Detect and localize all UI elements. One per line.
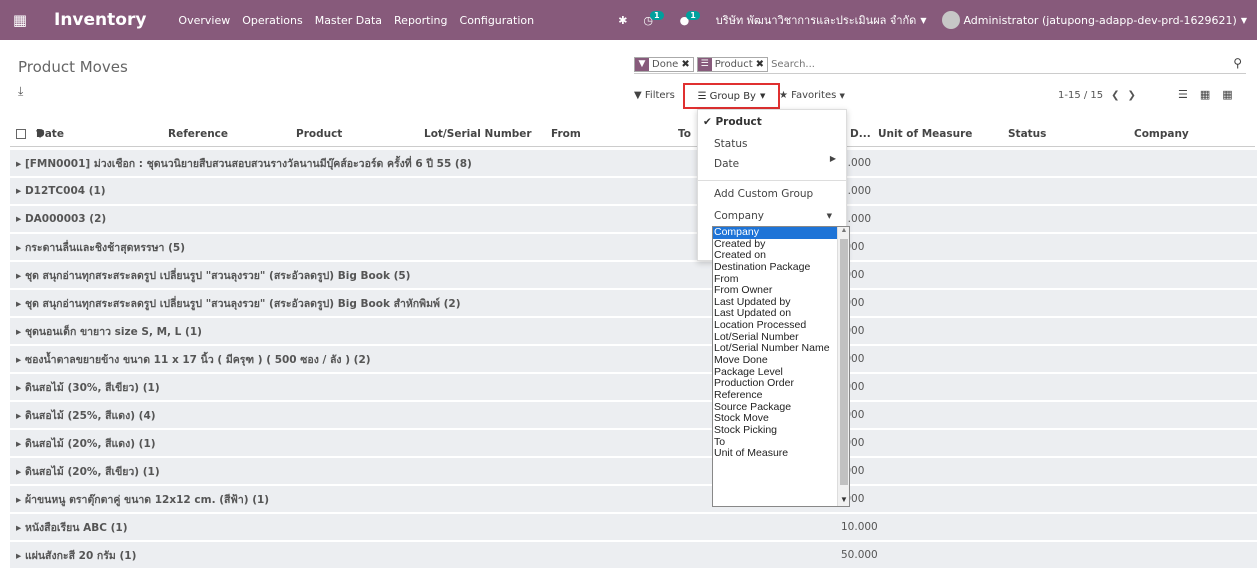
column-company[interactable]: Company bbox=[1134, 128, 1189, 140]
activity-menu[interactable]: ◷ 1 bbox=[635, 10, 671, 27]
main-menu: Overview Operations Master Data Reportin… bbox=[172, 14, 540, 27]
column-to[interactable]: To bbox=[678, 128, 691, 140]
download-icon[interactable]: ⤓ bbox=[18, 84, 23, 99]
option-company[interactable]: Company bbox=[713, 227, 849, 239]
pivot-view-icon[interactable]: ▦ bbox=[1222, 88, 1232, 101]
table-row[interactable]: ▸ [FMN0001] ม่วงเชือก : ชุดนวนิยายสืบสวน… bbox=[10, 150, 1257, 177]
column-quantity-done[interactable]: D... bbox=[850, 128, 871, 140]
option-destination-package[interactable]: Destination Package bbox=[713, 261, 849, 274]
option-stock-picking[interactable]: Stock Picking bbox=[713, 424, 849, 437]
table-header: Date ▼ Reference Product Lot/Serial Numb… bbox=[10, 121, 1255, 147]
bars-icon: ☰ bbox=[697, 90, 707, 102]
top-navbar: ▦ Inventory Overview Operations Master D… bbox=[0, 0, 1257, 40]
listbox-scrollbar[interactable]: ▲ ▼ bbox=[837, 227, 849, 506]
option-reference[interactable]: Reference bbox=[713, 389, 849, 402]
table-row[interactable]: ▸ ชุด สนุกอ่านทุกสระสระลดรูป เปลี่ยนรูป … bbox=[10, 262, 1257, 289]
remove-facet-icon[interactable]: ✖ bbox=[681, 59, 692, 70]
table-row[interactable]: ▸ ดินสอไม้ (30%, สีเขียว) (1) .000 bbox=[10, 374, 1257, 401]
column-unit-of-measure[interactable]: Unit of Measure bbox=[878, 128, 972, 140]
table-row[interactable]: ▸ DA000003 (2) 1.000 bbox=[10, 206, 1257, 233]
table-row[interactable]: ▸ หนังสือเรียน ABC (1) 10.000 bbox=[10, 514, 1257, 541]
menu-divider bbox=[698, 180, 846, 181]
table-row[interactable]: ▸ D12TC004 (1) 0.000 bbox=[10, 178, 1257, 205]
column-reference[interactable]: Reference bbox=[168, 128, 228, 140]
table-row[interactable]: ▸ ชุด สนุกอ่านทุกสระสระลดรูป เปลี่ยนรูป … bbox=[10, 290, 1257, 317]
table-row[interactable]: ▸ ชุดนอนเด็ก ขายาว size S, M, L (1) .000 bbox=[10, 318, 1257, 345]
menu-operations[interactable]: Operations bbox=[236, 14, 308, 27]
avatar bbox=[942, 11, 961, 29]
caret-down-icon: ▼ bbox=[839, 92, 845, 100]
messaging-menu[interactable]: ● 1 bbox=[672, 10, 708, 27]
app-name[interactable]: Inventory bbox=[54, 10, 146, 30]
scroll-down-icon[interactable]: ▼ bbox=[838, 495, 849, 506]
company-switcher[interactable]: บริษัท พัฒนาวิชาการและประเมินผล จำกัด ▼ bbox=[708, 11, 935, 29]
table-row[interactable]: ▸ ผ้าขนหนู ตราตุ๊กตาคู่ ขนาด 12x12 cm. (… bbox=[10, 486, 1257, 513]
option-move-done[interactable]: Move Done bbox=[713, 354, 849, 367]
column-from[interactable]: From bbox=[551, 128, 581, 140]
bug-icon[interactable]: ✱ bbox=[610, 14, 635, 27]
column-product[interactable]: Product bbox=[296, 128, 342, 140]
table-row[interactable]: ▸ กระดานลื่นและชิงช้าสุดหรรษา (5) .000 bbox=[10, 234, 1257, 261]
favorites-button[interactable]: ★ Favorites ▼ bbox=[779, 90, 845, 101]
search-facet-done[interactable]: ▼ Done ✖ bbox=[634, 56, 694, 72]
filter-icon: ▼ bbox=[635, 57, 649, 71]
caret-down-icon: ▼ bbox=[1240, 15, 1247, 25]
filters-button[interactable]: ▼ Filters bbox=[634, 90, 675, 101]
caret-down-icon: ▼ bbox=[759, 92, 766, 100]
user-menu[interactable]: Administrator (jatupong-adapp-dev-prd-16… bbox=[934, 11, 1257, 29]
messaging-badge: 1 bbox=[686, 10, 700, 20]
column-date[interactable]: Date ▼ bbox=[36, 128, 64, 140]
table-row[interactable]: ▸ ดินสอไม้ (25%, สีแดง) (4) .000 bbox=[10, 402, 1257, 429]
search-icon[interactable]: ⚲ bbox=[1233, 56, 1242, 70]
option-unit-of-measure[interactable]: Unit of Measure bbox=[713, 448, 849, 460]
caret-right-icon: ▶ bbox=[829, 154, 836, 163]
chevron-left-icon[interactable]: ❮ bbox=[1111, 90, 1119, 101]
custom-group-options[interactable]: Company Created by Created on Destinatio… bbox=[712, 226, 850, 507]
caret-down-icon: ▼ bbox=[920, 15, 927, 25]
search-bar: ▼ Done ✖ ☰ Product ✖ ⚲ bbox=[634, 55, 1246, 74]
apps-menu-icon[interactable]: ▦ bbox=[0, 0, 40, 40]
select-all-checkbox[interactable] bbox=[16, 129, 26, 139]
group-by-button[interactable]: ☰ Group By ▼ bbox=[683, 83, 780, 109]
search-input[interactable] bbox=[771, 58, 1092, 70]
table-row[interactable]: ▸ ดินสอไม้ (20%, สีเขียว) (1) .000 bbox=[10, 458, 1257, 485]
table-row[interactable]: ▸ แผ่นสังกะสี 20 กรัม (1) 50.000 bbox=[10, 542, 1257, 569]
menu-configuration[interactable]: Configuration bbox=[454, 14, 541, 27]
list-view-icon[interactable]: ☰ bbox=[1178, 88, 1188, 101]
column-lot-serial[interactable]: Lot/Serial Number bbox=[424, 128, 532, 140]
table-row[interactable]: ▸ ซองน้ำตาลขยายข้าง ขนาด 11 x 17 นิ้ว ( … bbox=[10, 346, 1257, 373]
add-custom-group-toggle[interactable]: Add Custom Group bbox=[714, 188, 813, 200]
filter-icon: ▼ bbox=[634, 90, 642, 101]
scroll-up-icon[interactable]: ▲ bbox=[838, 227, 849, 238]
kanban-view-icon[interactable]: ▦ bbox=[1200, 88, 1210, 101]
search-facet-product[interactable]: ☰ Product ✖ bbox=[696, 56, 769, 72]
group-icon: ☰ bbox=[697, 57, 712, 71]
user-name: Administrator (jatupong-adapp-dev-prd-16… bbox=[963, 13, 1237, 27]
view-switcher: ☰ ▦ ▦ bbox=[1178, 88, 1233, 101]
company-name: บริษัท พัฒนาวิชาการและประเมินผล จำกัด bbox=[715, 14, 917, 27]
remove-facet-icon[interactable]: ✖ bbox=[756, 59, 767, 70]
chevron-right-icon[interactable]: ❯ bbox=[1128, 90, 1136, 101]
pager: 1-15 / 15 ❮ ❯ bbox=[1058, 90, 1136, 101]
scrollbar-thumb[interactable] bbox=[840, 239, 848, 485]
groupby-option-date[interactable]: Date bbox=[714, 158, 739, 170]
column-status[interactable]: Status bbox=[1008, 128, 1046, 140]
pager-value[interactable]: 1-15 / 15 bbox=[1058, 90, 1103, 101]
menu-overview[interactable]: Overview bbox=[172, 14, 236, 27]
star-icon: ★ bbox=[779, 90, 788, 101]
caret-down-icon: ▼ bbox=[826, 212, 832, 220]
menu-reporting[interactable]: Reporting bbox=[388, 14, 453, 27]
table-row[interactable]: ▸ ดินสอไม้ (20%, สีแดง) (1) .000 bbox=[10, 430, 1257, 457]
groupby-option-status[interactable]: Status bbox=[714, 138, 747, 150]
menu-master-data[interactable]: Master Data bbox=[309, 14, 388, 27]
activity-badge: 1 bbox=[650, 10, 664, 20]
groupby-option-product[interactable]: ✔ Product bbox=[703, 116, 762, 128]
control-panel: Product Moves ▼ Done ✖ ☰ Product ✖ ⚲ ⤓ ▼… bbox=[0, 46, 1257, 109]
custom-group-select[interactable]: Company bbox=[714, 210, 764, 222]
navbar-systray: ✱ ◷ 1 ● 1 บริษัท พัฒนาวิชาการและประเมินผ… bbox=[610, 0, 1257, 40]
page-title: Product Moves bbox=[18, 58, 128, 76]
